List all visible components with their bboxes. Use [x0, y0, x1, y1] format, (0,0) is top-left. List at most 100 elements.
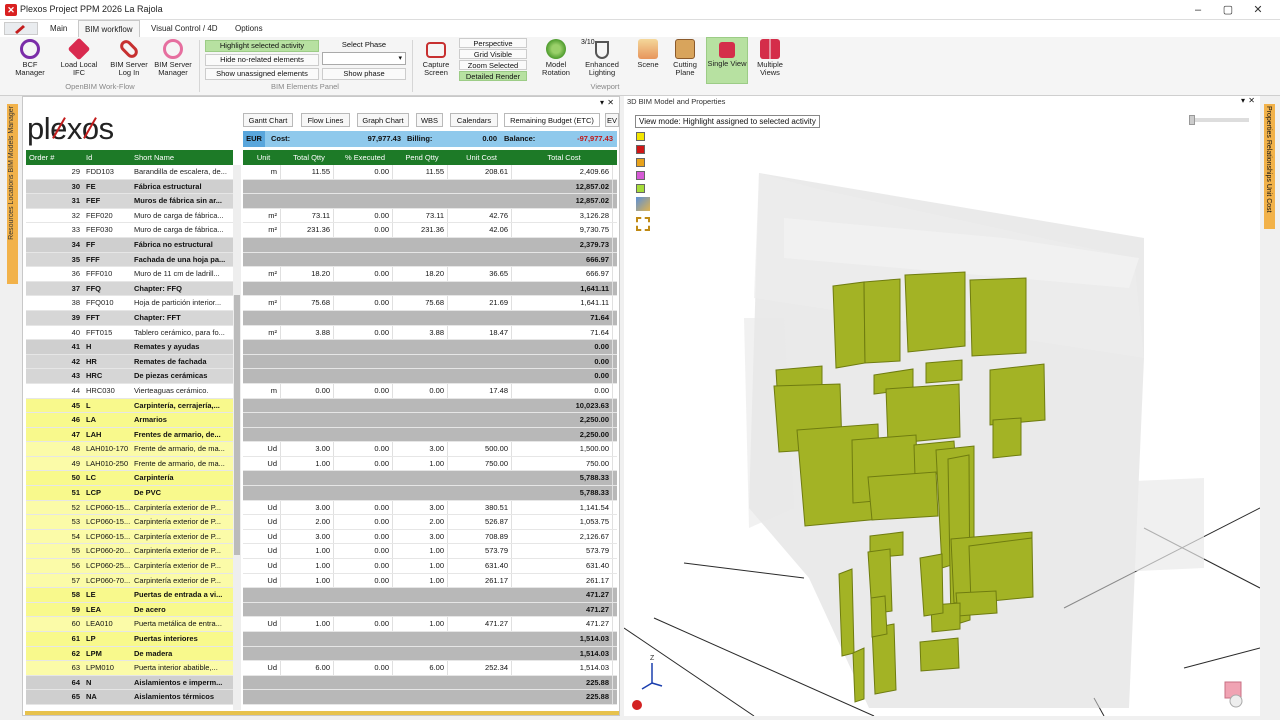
load-ifc-button[interactable]: Load Local IFC: [58, 37, 100, 77]
tree-row[interactable]: 36 FFF010 Muro de 11 cm de ladrill...: [26, 267, 233, 282]
grid-row[interactable]: m² 231.36 0.00 231.36 42.06 9,730.75: [243, 223, 617, 238]
grid-row[interactable]: m 0.00 0.00 0.00 17.48 0.00: [243, 383, 617, 399]
tree-row[interactable]: 38 FFQ010 Hoja de partición interior...: [26, 296, 233, 311]
legend-swatch-green[interactable]: [636, 184, 645, 193]
horizontal-scrollbar[interactable]: [25, 711, 619, 715]
tree-row[interactable]: 39 FFT Chapter: FFT: [26, 310, 233, 326]
pin-icon[interactable]: ▾: [1241, 96, 1245, 105]
tab-main[interactable]: Main: [44, 20, 73, 37]
grid-row[interactable]: 12,857.02: [243, 194, 617, 209]
grid-row[interactable]: 0.00: [243, 340, 617, 355]
col-total-cost[interactable]: Total Cost: [512, 150, 613, 165]
tab-options[interactable]: Options: [229, 20, 269, 37]
tab-remaining-budget[interactable]: Remaining Budget (ETC): [504, 113, 600, 127]
zoom-selected-toggle[interactable]: Zoom Selected: [459, 60, 527, 70]
tree-row[interactable]: 65 NA Aislamientos térmicos: [26, 690, 233, 705]
left-dock-strip[interactable]: Resources Locations BIM Models Manager: [7, 104, 18, 284]
tree-row[interactable]: 50 LC Carpintería: [26, 471, 233, 487]
legend-swatch-yellow[interactable]: [636, 132, 645, 141]
legend-swatch-magenta[interactable]: [636, 171, 645, 180]
grid-row[interactable]: 0.00: [243, 354, 617, 370]
right-dock-strip[interactable]: Properties Relationships Unit Cost: [1264, 104, 1275, 229]
multiple-views-button[interactable]: Multiple Views: [750, 39, 790, 77]
grid-row[interactable]: m² 75.68 0.00 75.68 21.69 1,641.11: [243, 296, 617, 311]
grid-row[interactable]: m² 3.88 0.00 3.88 18.47 71.64: [243, 325, 617, 341]
tree-row[interactable]: 49 LAH010-250 Frente de armario, de ma...: [26, 456, 233, 472]
grid-row[interactable]: 2,379.73: [243, 237, 617, 253]
grid-visible-toggle[interactable]: Grid Visible: [459, 49, 527, 59]
close-panel-icon[interactable]: ✕: [607, 98, 614, 107]
col-executed[interactable]: % Executed: [334, 150, 393, 165]
grid-row[interactable]: 225.88: [243, 690, 617, 705]
grid-row[interactable]: m² 18.20 0.00 18.20 36.65 666.97: [243, 267, 617, 282]
tree-row[interactable]: 42 HR Remates de fachada: [26, 354, 233, 370]
capture-screen-button[interactable]: Capture Screen: [417, 39, 455, 77]
tab-graph-chart[interactable]: Graph Chart: [357, 113, 409, 127]
grid-row[interactable]: Ud 3.00 0.00 3.00 708.89 2,126.67: [243, 529, 617, 545]
measure-icon[interactable]: [636, 197, 650, 211]
legend-swatch-red[interactable]: [636, 145, 645, 154]
tree-row[interactable]: 53 LCP060-15... Carpintería exterior de P.…: [26, 515, 233, 530]
tree-row[interactable]: 60 LEA010 Puerta metálica de entra...: [26, 617, 233, 632]
show-phase-button[interactable]: Show phase: [322, 68, 406, 80]
tree-row[interactable]: 62 LPM De madera: [26, 646, 233, 662]
tree-row[interactable]: 37 FFQ Chapter: FFQ: [26, 281, 233, 297]
tree-row[interactable]: 31 FEF Muros de fábrica sin ar...: [26, 194, 233, 209]
tree-row[interactable]: 30 FE Fábrica estructural: [26, 179, 233, 195]
col-pend-qtty[interactable]: Pend Qtty: [393, 150, 448, 165]
tree-row[interactable]: 47 LAH Frentes de armario, de...: [26, 427, 233, 443]
grid-row[interactable]: 1,641.11: [243, 281, 617, 297]
grid-row[interactable]: 71.64: [243, 310, 617, 326]
grid-row[interactable]: 12,857.02: [243, 179, 617, 195]
model-rotation-button[interactable]: Model Rotation: [535, 39, 577, 77]
bim-server-login-button[interactable]: BIM Server Log In: [108, 37, 150, 77]
col-unit[interactable]: Unit: [243, 150, 281, 165]
grid-row[interactable]: 1,514.03: [243, 646, 617, 662]
tree-row[interactable]: 56 LCP060-25... Carpintería exterior de P.…: [26, 559, 233, 574]
tree-row[interactable]: 32 FEF020 Muro de carga de fábrica...: [26, 208, 233, 224]
grid-row[interactable]: 2,250.00: [243, 413, 617, 428]
hide-no-related-button[interactable]: Hide no-related elements: [205, 54, 319, 66]
scene-button[interactable]: Scene: [630, 39, 666, 69]
tree-row[interactable]: 43 HRC De piezas cerámicas: [26, 369, 233, 384]
col-total-qtty[interactable]: Total Qtty: [281, 150, 334, 165]
detailed-render-toggle[interactable]: Detailed Render: [459, 71, 527, 81]
tree-row[interactable]: 29 FDD103 Barandilla de escalera, de...: [26, 165, 233, 180]
zoom-slider[interactable]: [1189, 115, 1249, 125]
grid-row[interactable]: Ud 1.00 0.00 1.00 261.17 261.17: [243, 573, 617, 589]
tree-row[interactable]: 58 LE Puertas de entrada a vi...: [26, 588, 233, 603]
help-icon[interactable]: [632, 700, 642, 710]
tree-row[interactable]: 45 L Carpintería, cerrajería,...: [26, 398, 233, 414]
tab-visual-control[interactable]: Visual Control / 4D: [145, 20, 224, 37]
tab-flow-lines[interactable]: Flow Lines: [301, 113, 350, 127]
tab-ev[interactable]: EV: [605, 113, 619, 127]
phase-dropdown[interactable]: ▾: [322, 52, 406, 65]
grid-row[interactable]: 5,788.33: [243, 471, 617, 487]
tree-row[interactable]: 48 LAH010-170 Frente de armario, de ma...: [26, 442, 233, 457]
tree-row[interactable]: 51 LCP De PVC: [26, 486, 233, 501]
grid-row[interactable]: m 11.55 0.00 11.55 208.61 2,409.66: [243, 165, 617, 180]
grid-row[interactable]: Ud 1.00 0.00 1.00 750.00 750.00: [243, 456, 617, 472]
highlight-selected-activity-button[interactable]: Highlight selected activity: [205, 40, 319, 52]
grid-row[interactable]: Ud 6.00 0.00 6.00 252.34 1,514.03: [243, 661, 617, 676]
grid-row[interactable]: 5,788.33: [243, 486, 617, 501]
tree-row[interactable]: 34 FF Fábrica no estructural: [26, 237, 233, 253]
cutting-plane-button[interactable]: Cutting Plane: [666, 39, 704, 77]
single-view-button[interactable]: Single View: [706, 37, 748, 84]
close-button[interactable]: ✕: [1243, 2, 1273, 18]
col-unit-cost[interactable]: Unit Cost: [448, 150, 512, 165]
file-menu-button[interactable]: [4, 22, 38, 35]
legend-swatch-orange[interactable]: [636, 158, 645, 167]
grid-row[interactable]: Ud 1.00 0.00 1.00 631.40 631.40: [243, 559, 617, 574]
zoom-slider-thumb[interactable]: [1189, 115, 1195, 125]
tree-row[interactable]: 61 LP Puertas interiores: [26, 632, 233, 647]
grid-row[interactable]: 471.27: [243, 588, 617, 603]
tree-row[interactable]: 59 LEA De acero: [26, 602, 233, 618]
col-id[interactable]: Id: [83, 150, 131, 165]
tree-row[interactable]: 55 LCP060-20... Carpintería exterior de P.…: [26, 544, 233, 560]
bim-server-manager-button[interactable]: BIM Server Manager: [152, 39, 194, 77]
grid-row[interactable]: 471.27: [243, 602, 617, 618]
tree-row[interactable]: 44 HRC030 Vierteaguas cerámico.: [26, 383, 233, 399]
tab-wbs[interactable]: WBS: [416, 113, 443, 127]
bcf-manager-button[interactable]: BCF Manager: [10, 39, 50, 77]
